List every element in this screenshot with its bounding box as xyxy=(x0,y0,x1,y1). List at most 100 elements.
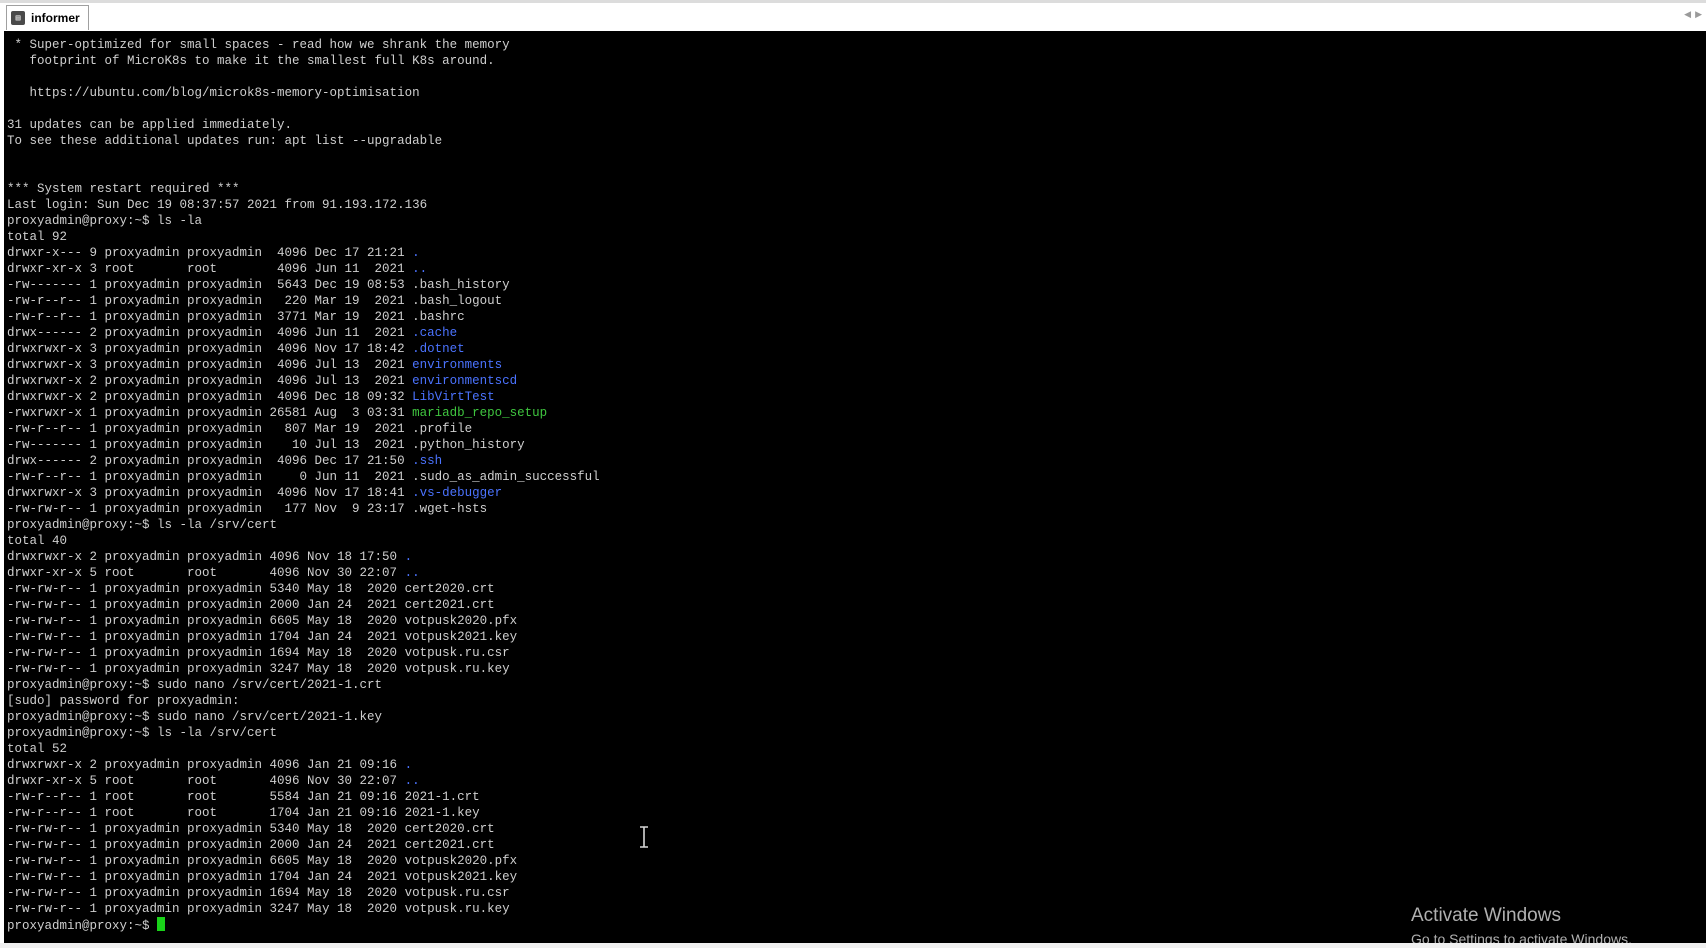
terminal-text: -rw-rw-r-- 1 proxyadmin proxyadmin 1704 … xyxy=(7,630,518,644)
windows-activation-watermark: Activate Windows Go to Settings to activ… xyxy=(1411,905,1632,943)
terminal-line: * Super-optimized for small spaces - rea… xyxy=(7,37,600,53)
terminal-text: -rw-rw-r-- 1 proxyadmin proxyadmin 1704 … xyxy=(7,870,518,884)
terminal-text: drwxr-xr-x 3 root root 4096 Jun 11 2021 xyxy=(7,262,413,276)
terminal-line: -rw-rw-r-- 1 proxyadmin proxyadmin 3247 … xyxy=(7,901,600,917)
terminal-line: -rw-rw-r-- 1 proxyadmin proxyadmin 2000 … xyxy=(7,597,600,613)
terminal-text: https://ubuntu.com/blog/microk8s-memory-… xyxy=(7,86,420,100)
watermark-subtitle: Go to Settings to activate Windows. xyxy=(1411,931,1632,943)
terminal-text: total 92 xyxy=(7,230,68,244)
terminal-line: proxyadmin@proxy:~$ sudo nano /srv/cert/… xyxy=(7,709,600,725)
terminal-line: -rw-r--r-- 1 root root 5584 Jan 21 09:16… xyxy=(7,789,600,805)
terminal-text: drwxrwxr-x 2 proxyadmin proxyadmin 4096 … xyxy=(7,550,405,564)
tab-informer[interactable]: ▤ informer xyxy=(6,5,89,30)
terminal-text: proxyadmin@proxy:~$ ls -la xyxy=(7,214,203,228)
terminal-text: -rwxrwxr-x 1 proxyadmin proxyadmin 26581… xyxy=(7,406,413,420)
terminal-text: -rw-rw-r-- 1 proxyadmin proxyadmin 5340 … xyxy=(7,822,495,836)
terminal-text: -rw-r--r-- 1 proxyadmin proxyadmin 0 Jun… xyxy=(7,470,600,484)
directory-name: .. xyxy=(404,774,420,788)
directory-name: .. xyxy=(412,262,428,276)
terminal-line: -rw-rw-r-- 1 proxyadmin proxyadmin 177 N… xyxy=(7,501,600,517)
directory-name: .ssh xyxy=(412,454,443,468)
terminal-line: drwxrwxr-x 2 proxyadmin proxyadmin 4096 … xyxy=(7,389,600,405)
scroll-left-icon[interactable]: ◀ xyxy=(1684,9,1691,20)
terminal-line: [sudo] password for proxyadmin: xyxy=(7,693,600,709)
terminal-text: -rw-r--r-- 1 root root 5584 Jan 21 09:16… xyxy=(7,790,480,804)
terminal-line: -rw------- 1 proxyadmin proxyadmin 10 Ju… xyxy=(7,437,600,453)
terminal-line: proxyadmin@proxy:~$ ls -la xyxy=(7,213,600,229)
terminal-line: -rw-r--r-- 1 proxyadmin proxyadmin 0 Jun… xyxy=(7,469,600,485)
terminal-text: -rw-rw-r-- 1 proxyadmin proxyadmin 2000 … xyxy=(7,838,495,852)
terminal-text: drwxr-xr-x 5 root root 4096 Nov 30 22:07 xyxy=(7,566,405,580)
terminal-line: drwxrwxr-x 2 proxyadmin proxyadmin 4096 … xyxy=(7,757,600,773)
directory-name: .dotnet xyxy=(412,342,465,356)
terminal-text: drwxrwxr-x 3 proxyadmin proxyadmin 4096 … xyxy=(7,342,413,356)
terminal-text: -rw-rw-r-- 1 proxyadmin proxyadmin 1694 … xyxy=(7,886,510,900)
terminal-line: To see these additional updates run: apt… xyxy=(7,133,600,149)
terminal-text: drwxr-xr-x 5 root root 4096 Nov 30 22:07 xyxy=(7,774,405,788)
terminal-line: proxyadmin@proxy:~$ sudo nano /srv/cert/… xyxy=(7,677,600,693)
prompt-line[interactable]: proxyadmin@proxy:~$ xyxy=(7,917,600,933)
terminal-line: -rw-r--r-- 1 root root 1704 Jan 21 09:16… xyxy=(7,805,600,821)
terminal-text: -rw-rw-r-- 1 proxyadmin proxyadmin 1694 … xyxy=(7,646,510,660)
terminal-line: -rw-rw-r-- 1 proxyadmin proxyadmin 3247 … xyxy=(7,661,600,677)
terminal-line: -rw-rw-r-- 1 proxyadmin proxyadmin 1694 … xyxy=(7,645,600,661)
scroll-right-icon[interactable]: ▶ xyxy=(1695,9,1702,20)
terminal-text: -rw-rw-r-- 1 proxyadmin proxyadmin 2000 … xyxy=(7,598,495,612)
terminal-text: -rw-rw-r-- 1 proxyadmin proxyadmin 177 N… xyxy=(7,502,488,516)
terminal-text: proxyadmin@proxy:~$ ls -la /srv/cert xyxy=(7,518,278,532)
terminal-line: Last login: Sun Dec 19 08:37:57 2021 fro… xyxy=(7,197,600,213)
terminal-text: total 52 xyxy=(7,742,68,756)
terminal-text: proxyadmin@proxy:~$ ls -la /srv/cert xyxy=(7,726,278,740)
executable-name: mariadb_repo_setup xyxy=(412,406,548,420)
terminal-text: total 40 xyxy=(7,534,68,548)
terminal-line: -rw------- 1 proxyadmin proxyadmin 5643 … xyxy=(7,277,600,293)
terminal-line: drwxr-x--- 9 proxyadmin proxyadmin 4096 … xyxy=(7,245,600,261)
watermark-title: Activate Windows xyxy=(1411,905,1561,926)
terminal-text: Last login: Sun Dec 19 08:37:57 2021 fro… xyxy=(7,198,428,212)
terminal-line: drwxr-xr-x 3 root root 4096 Jun 11 2021 … xyxy=(7,261,600,277)
terminal-line: -rw-rw-r-- 1 proxyadmin proxyadmin 2000 … xyxy=(7,837,600,853)
terminal-text: -rw-r--r-- 1 proxyadmin proxyadmin 807 M… xyxy=(7,422,473,436)
terminal-line: drwxrwxr-x 2 proxyadmin proxyadmin 4096 … xyxy=(7,549,600,565)
terminal-line: -rw-r--r-- 1 proxyadmin proxyadmin 3771 … xyxy=(7,309,600,325)
terminal-line: total 40 xyxy=(7,533,600,549)
directory-name: . xyxy=(404,758,413,772)
terminal-text: drwx------ 2 proxyadmin proxyadmin 4096 … xyxy=(7,326,413,340)
terminal-line: proxyadmin@proxy:~$ ls -la /srv/cert xyxy=(7,517,600,533)
terminal-line: -rw-rw-r-- 1 proxyadmin proxyadmin 6605 … xyxy=(7,853,600,869)
tab-scroll-controls: ◀ ▶ xyxy=(1684,9,1702,20)
terminal-line: drwx------ 2 proxyadmin proxyadmin 4096 … xyxy=(7,453,600,469)
terminal-line: drwxrwxr-x 3 proxyadmin proxyadmin 4096 … xyxy=(7,485,600,501)
terminal-text: -rw-rw-r-- 1 proxyadmin proxyadmin 6605 … xyxy=(7,614,518,628)
terminal-text: -rw-r--r-- 1 proxyadmin proxyadmin 220 M… xyxy=(7,294,503,308)
terminal-text: proxyadmin@proxy:~$ sudo nano /srv/cert/… xyxy=(7,710,383,724)
terminal-line: 31 updates can be applied immediately. xyxy=(7,117,600,133)
directory-name: LibVirtTest xyxy=(412,390,495,404)
terminal-text: -rw-r--r-- 1 root root 1704 Jan 21 09:16… xyxy=(7,806,480,820)
terminal-line: -rw-rw-r-- 1 proxyadmin proxyadmin 1704 … xyxy=(7,869,600,885)
terminal-text: -rw-rw-r-- 1 proxyadmin proxyadmin 3247 … xyxy=(7,662,510,676)
terminal-text: -rw------- 1 proxyadmin proxyadmin 10 Ju… xyxy=(7,438,525,452)
terminal-line: -rw-r--r-- 1 proxyadmin proxyadmin 220 M… xyxy=(7,293,600,309)
terminal-text: drwx------ 2 proxyadmin proxyadmin 4096 … xyxy=(7,454,413,468)
terminal-text: To see these additional updates run: apt… xyxy=(7,134,443,148)
window-bottom-border xyxy=(0,943,1706,948)
terminal-app-icon: ▤ xyxy=(11,11,25,25)
terminal-text: -rw------- 1 proxyadmin proxyadmin 5643 … xyxy=(7,278,510,292)
shell-prompt: proxyadmin@proxy:~$ xyxy=(7,919,158,933)
terminal-text: drwxr-x--- 9 proxyadmin proxyadmin 4096 … xyxy=(7,246,413,260)
terminal-text: drwxrwxr-x 2 proxyadmin proxyadmin 4096 … xyxy=(7,390,413,404)
terminal-output: * Super-optimized for small spaces - rea… xyxy=(7,37,600,933)
directory-name: environments xyxy=(412,358,503,372)
tab-title: informer xyxy=(31,11,80,25)
terminal-line: drwxrwxr-x 2 proxyadmin proxyadmin 4096 … xyxy=(7,373,600,389)
terminal-line: -rw-rw-r-- 1 proxyadmin proxyadmin 1694 … xyxy=(7,885,600,901)
tab-bar-top-border xyxy=(0,0,1706,3)
terminal-pane[interactable]: * Super-optimized for small spaces - rea… xyxy=(4,31,1706,943)
terminal-line: drwx------ 2 proxyadmin proxyadmin 4096 … xyxy=(7,325,600,341)
text-cursor-ibeam-icon xyxy=(640,826,648,848)
